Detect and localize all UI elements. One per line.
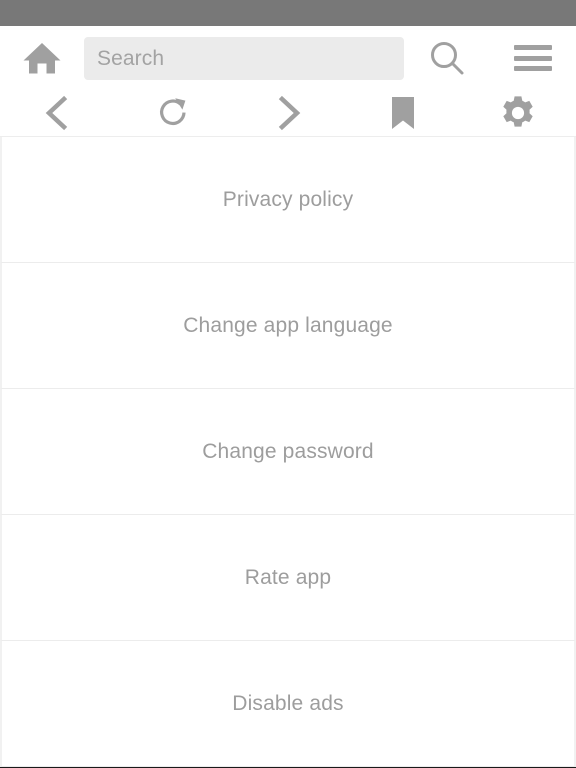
top-bar: Search [0, 26, 576, 90]
app-root: Search Privacy policy Change app languag… [0, 0, 576, 768]
hamburger-bar-1 [513, 45, 552, 50]
home-button[interactable] [0, 40, 84, 76]
search-placeholder: Search [97, 46, 165, 70]
list-item-label: Rate app [244, 565, 332, 589]
chevron-left-icon [42, 94, 74, 132]
bookmark-icon [390, 96, 416, 130]
gear-icon [500, 95, 536, 131]
list-item-label: Privacy policy [222, 187, 354, 211]
hamburger-bar-2 [513, 55, 552, 61]
list-item[interactable]: Rate app [0, 515, 576, 641]
list-item[interactable]: Change password [0, 389, 576, 515]
hamburger-bar-3 [513, 66, 552, 71]
list-item[interactable]: Change app language [0, 263, 576, 389]
hamburger-menu-icon [513, 45, 552, 71]
bookmark-button[interactable] [346, 90, 461, 136]
reload-button[interactable] [115, 90, 230, 136]
navigation-toolbar [0, 90, 576, 136]
back-button[interactable] [0, 90, 115, 136]
reload-icon [155, 95, 191, 131]
list-item-label: Change password [202, 439, 374, 463]
menu-button[interactable] [489, 45, 576, 71]
search-button[interactable] [404, 39, 489, 77]
settings-button[interactable] [461, 90, 576, 136]
settings-list: Privacy policy Change app language Chang… [0, 136, 576, 767]
list-item-label: Change app language [183, 313, 393, 337]
chevron-right-icon [272, 94, 304, 132]
list-item[interactable]: Disable ads [0, 641, 576, 767]
list-item[interactable]: Privacy policy [0, 137, 576, 263]
forward-button[interactable] [230, 90, 345, 136]
search-input[interactable]: Search [84, 36, 404, 80]
home-icon [22, 40, 62, 76]
list-item-label: Disable ads [232, 691, 344, 715]
status-bar [0, 0, 576, 26]
search-icon [428, 39, 466, 77]
